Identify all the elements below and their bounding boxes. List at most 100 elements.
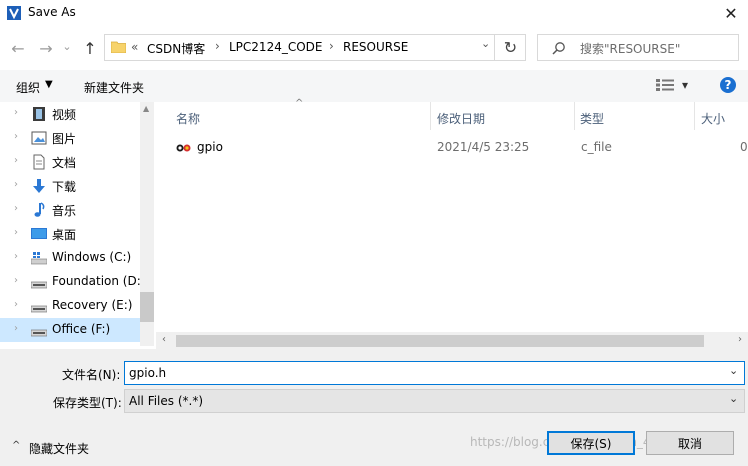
- breadcrumb-separator[interactable]: ›: [329, 39, 334, 53]
- sidebar-item-label: 文档: [52, 156, 77, 170]
- recent-locations-button[interactable]: ⌄: [60, 36, 74, 56]
- title-bar: Save As ✕: [0, 0, 748, 26]
- close-button[interactable]: ✕: [714, 0, 748, 26]
- expand-chevron-icon[interactable]: ›: [14, 203, 18, 214]
- breadcrumb-item[interactable]: RESOURSE: [343, 40, 408, 54]
- sidebar-item-recovery-e[interactable]: › Recovery (E:): [0, 294, 140, 318]
- filename-label: 文件名(N):: [62, 368, 121, 382]
- filename-field[interactable]: gpio.h ⌄: [124, 361, 745, 385]
- expand-chevron-icon[interactable]: ›: [14, 131, 18, 142]
- file-list[interactable]: ^ 名称 修改日期 类型 大小 gpio 2021/4/5 23:25 c_fi…: [156, 98, 748, 346]
- column-divider[interactable]: [694, 102, 695, 130]
- sidebar-item-windows-c[interactable]: › Windows (C:): [0, 246, 140, 270]
- navigation-scrollbar-thumb[interactable]: [140, 292, 154, 322]
- drive-icon: [31, 329, 47, 337]
- collapse-chevron-icon[interactable]: ^: [12, 440, 20, 451]
- save-button[interactable]: 保存(S): [547, 431, 635, 455]
- table-row[interactable]: gpio 2021/4/5 23:25 c_file 0: [174, 136, 748, 160]
- expand-chevron-icon[interactable]: ›: [14, 155, 18, 166]
- refresh-button[interactable]: ↻: [494, 34, 526, 61]
- sidebar-item-office-f[interactable]: › Office (F:): [0, 318, 140, 342]
- filename-dropdown-chevron-icon[interactable]: ⌄: [729, 364, 738, 377]
- sidebar-item-label: 音乐: [52, 204, 77, 218]
- file-modified: 2021/4/5 23:25: [437, 140, 530, 154]
- sidebar-item-label: Foundation (D:: [52, 274, 141, 288]
- downloads-icon: [33, 179, 45, 193]
- forward-button[interactable]: →: [36, 38, 56, 58]
- sidebar-item-label: 桌面: [52, 228, 77, 242]
- search-box[interactable]: 搜索"RESOURSE": [537, 34, 739, 61]
- file-size: 0: [740, 140, 748, 154]
- file-type: c_file: [581, 140, 612, 154]
- windows-drive-icon: [31, 252, 47, 265]
- column-header-modified[interactable]: 修改日期: [437, 110, 485, 127]
- address-history-chevron-icon[interactable]: ⌄: [481, 37, 490, 50]
- back-button[interactable]: ←: [8, 38, 28, 58]
- filetype-value[interactable]: All Files (*.*): [129, 394, 203, 408]
- up-button[interactable]: ↑: [80, 38, 100, 58]
- organize-chevron-icon[interactable]: ▼: [45, 79, 53, 90]
- video-icon: [33, 107, 45, 121]
- expand-chevron-icon[interactable]: ›: [14, 275, 18, 286]
- address-bar[interactable]: « CSDN博客 › LPC2124_CODE › RESOURSE ⌄: [104, 34, 526, 61]
- cancel-button[interactable]: 取消: [646, 431, 734, 455]
- sidebar-item-label: 图片: [52, 132, 77, 146]
- filetype-label: 保存类型(T):: [53, 396, 122, 410]
- sidebar-item-downloads[interactable]: › 下载: [0, 174, 140, 198]
- drive-icon: [31, 305, 47, 313]
- app-icon: [7, 6, 21, 20]
- file-name: gpio: [197, 140, 223, 154]
- organize-menu[interactable]: 组织: [16, 79, 40, 96]
- column-header-size[interactable]: 大小: [701, 110, 725, 127]
- desktop-icon: [31, 228, 47, 239]
- column-header-type[interactable]: 类型: [580, 110, 604, 127]
- documents-icon: [33, 154, 45, 170]
- search-input[interactable]: 搜索"RESOURSE": [580, 40, 680, 57]
- hide-folders-button[interactable]: 隐藏文件夹: [29, 440, 89, 457]
- view-options-chevron-icon[interactable]: ▾: [682, 78, 688, 92]
- sidebar-item-label: Recovery (E:): [52, 298, 133, 312]
- sidebar-item-label: Office (F:): [52, 322, 111, 336]
- expand-chevron-icon[interactable]: ›: [14, 227, 18, 238]
- sidebar-item-music[interactable]: › 音乐: [0, 198, 140, 222]
- search-icon: [552, 42, 565, 55]
- sidebar-item-label: 下载: [52, 180, 77, 194]
- music-icon: [34, 202, 45, 217]
- column-divider[interactable]: [574, 102, 575, 130]
- expand-chevron-icon[interactable]: ›: [14, 299, 18, 310]
- scroll-left-arrow-icon[interactable]: ‹: [162, 334, 166, 345]
- filetype-select[interactable]: All Files (*.*) ⌄: [124, 389, 745, 413]
- sidebar-item-desktop[interactable]: › 桌面: [0, 222, 140, 246]
- column-divider[interactable]: [430, 102, 431, 130]
- view-options-icon[interactable]: [656, 79, 674, 91]
- window-title: Save As: [28, 5, 76, 19]
- filetype-dropdown-chevron-icon[interactable]: ⌄: [729, 392, 738, 405]
- sidebar-item-label: Windows (C:): [52, 250, 132, 264]
- expand-chevron-icon[interactable]: ›: [14, 251, 18, 262]
- drive-icon: [31, 281, 47, 289]
- navigation-pane[interactable]: › 视频 › 图片 › 文档 › 下载 › 音乐 › 桌面 › Windows …: [0, 102, 154, 346]
- sidebar-item-label: 视频: [52, 108, 77, 122]
- new-folder-button[interactable]: 新建文件夹: [84, 79, 144, 96]
- sidebar-item-documents[interactable]: › 文档: [0, 150, 140, 174]
- expand-chevron-icon[interactable]: ›: [14, 107, 18, 118]
- sidebar-item-foundation-d[interactable]: › Foundation (D:: [0, 270, 141, 294]
- filename-value[interactable]: gpio.h: [129, 366, 166, 380]
- breadcrumb-item[interactable]: CSDN博客: [147, 40, 205, 57]
- c-file-icon: [176, 144, 191, 152]
- pictures-icon: [31, 131, 47, 145]
- sidebar-item-pictures[interactable]: › 图片: [0, 126, 140, 150]
- horizontal-scrollbar-thumb[interactable]: [176, 335, 704, 347]
- breadcrumb-item[interactable]: LPC2124_CODE: [229, 40, 323, 54]
- sort-ascending-icon: ^: [295, 98, 304, 109]
- help-icon[interactable]: ?: [720, 77, 736, 93]
- scroll-right-arrow-icon[interactable]: ›: [738, 334, 742, 345]
- sidebar-item-videos[interactable]: › 视频: [0, 102, 140, 126]
- scroll-up-arrow-icon[interactable]: ▲: [143, 104, 149, 113]
- column-header-name[interactable]: 名称: [176, 110, 200, 127]
- breadcrumb-overflow[interactable]: «: [131, 40, 138, 54]
- breadcrumb-separator[interactable]: ›: [215, 39, 220, 53]
- expand-chevron-icon[interactable]: ›: [14, 179, 18, 190]
- folder-icon: [111, 41, 126, 53]
- expand-chevron-icon[interactable]: ›: [14, 323, 18, 334]
